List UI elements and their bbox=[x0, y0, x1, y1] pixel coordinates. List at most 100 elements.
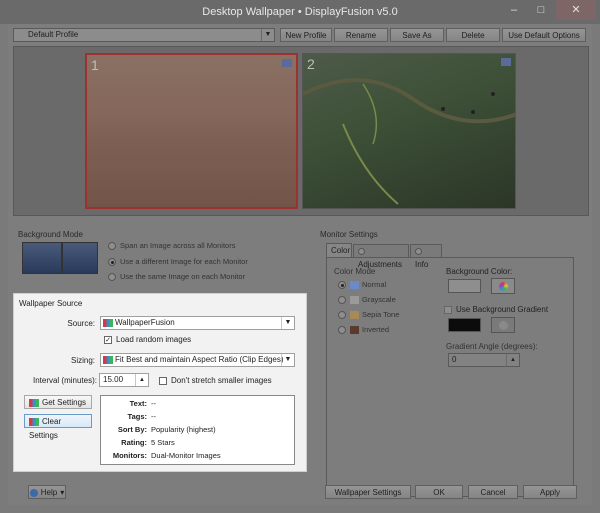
chevron-down-icon: ▾ bbox=[60, 488, 65, 497]
tab-adjustments[interactable]: Adjustments bbox=[353, 244, 409, 269]
info-key: Text: bbox=[129, 399, 147, 408]
spinner-icon: ▲ bbox=[506, 354, 519, 366]
dont-stretch-label: Don't stretch smaller images bbox=[171, 376, 272, 385]
dont-stretch-option[interactable]: Don't stretch smaller images bbox=[159, 376, 272, 385]
color-tab-panel bbox=[326, 257, 574, 497]
grayscale-icon bbox=[350, 296, 359, 305]
tab-info[interactable]: Info bbox=[410, 244, 442, 269]
interval-value: 15.00 bbox=[103, 375, 124, 384]
info-key: Rating: bbox=[121, 438, 147, 447]
tab-color[interactable]: Color bbox=[326, 243, 352, 257]
minimize-button[interactable]: – bbox=[500, 0, 528, 20]
option-label: Span an Image across all Monitors bbox=[120, 241, 236, 250]
radio-button bbox=[108, 258, 116, 267]
help-button[interactable]: Help ▾ bbox=[28, 485, 66, 499]
help-icon bbox=[29, 488, 38, 497]
new-profile-button[interactable]: New Profile bbox=[280, 28, 332, 42]
option-label: Use a different Image for each Monitor bbox=[120, 257, 248, 266]
info-value: -- bbox=[151, 399, 156, 408]
load-random-label: Load random images bbox=[116, 335, 192, 344]
gradient-angle-stepper: 0 ▲ bbox=[448, 353, 520, 367]
clear-settings-button[interactable]: Clear Settings bbox=[24, 414, 92, 440]
radio-button bbox=[338, 326, 346, 335]
info-value: 5 Stars bbox=[151, 438, 175, 447]
color-mode-grayscale[interactable]: Grayscale bbox=[338, 295, 396, 305]
monitor-number: 2 bbox=[307, 56, 315, 72]
radio-button bbox=[108, 242, 116, 251]
rename-button[interactable]: Rename bbox=[334, 28, 388, 42]
save-as-button[interactable]: Save As bbox=[390, 28, 444, 42]
source-dropdown[interactable]: WallpaperFusion ▼ bbox=[100, 316, 295, 330]
title-bar: Desktop Wallpaper • DisplayFusion v5.0 –… bbox=[0, 0, 600, 24]
monitor-2-preview[interactable]: 2 bbox=[302, 53, 516, 209]
info-value: Dual-Monitor Images bbox=[151, 451, 221, 460]
color-picker-button[interactable] bbox=[491, 278, 515, 294]
use-gradient-label: Use Background Gradient bbox=[456, 305, 549, 314]
color-mode-normal[interactable]: Normal bbox=[338, 280, 386, 290]
gradient-angle-label: Gradient Angle (degrees): bbox=[446, 342, 538, 351]
help-label: Help bbox=[40, 488, 58, 497]
use-gradient-option[interactable]: Use Background Gradient bbox=[444, 305, 548, 314]
profile-dropdown[interactable]: Default Profile ▼ bbox=[13, 28, 275, 42]
wallpaperfusion-icon bbox=[29, 398, 39, 407]
maximize-button[interactable]: □ bbox=[528, 0, 554, 20]
chevron-down-icon: ▼ bbox=[281, 317, 294, 329]
close-button[interactable]: ✕ bbox=[556, 0, 596, 20]
cancel-button[interactable]: Cancel bbox=[468, 485, 518, 499]
monitor-1-preview[interactable]: 1 bbox=[85, 53, 298, 209]
option-label: Use the same Image on each Monitor bbox=[120, 272, 246, 281]
option-label: Grayscale bbox=[362, 295, 396, 304]
color-mode-label: Color Mode bbox=[334, 267, 376, 276]
different-image-option[interactable]: Use a different Image for each Monitor bbox=[108, 257, 248, 267]
wallpaperfusion-icon bbox=[103, 319, 113, 327]
interval-label: Interval (minutes): bbox=[32, 376, 97, 385]
info-key: Tags: bbox=[127, 412, 147, 421]
wallpaper-settings-button[interactable]: Wallpaper Settings bbox=[325, 485, 411, 499]
monitor-icon bbox=[282, 59, 292, 67]
same-image-option[interactable]: Use the same Image on each Monitor bbox=[108, 272, 246, 282]
monitor-number: 1 bbox=[91, 57, 99, 73]
get-settings-button[interactable]: Get Settings bbox=[24, 395, 92, 409]
branch-wallpaper-image bbox=[303, 78, 515, 205]
color-wheel-icon bbox=[499, 321, 508, 330]
use-default-options-button[interactable]: Use Default Options bbox=[502, 28, 586, 42]
dont-stretch-checkbox bbox=[159, 376, 167, 385]
gradient-checkbox bbox=[444, 305, 452, 314]
span-image-option[interactable]: Span an Image across all Monitors bbox=[108, 241, 236, 251]
monitor-icon bbox=[501, 58, 511, 66]
info-key: Monitors: bbox=[112, 451, 147, 460]
apply-button[interactable]: Apply bbox=[523, 485, 577, 499]
info-value: Popularity (highest) bbox=[151, 425, 216, 434]
spinner-icon[interactable]: ▲ bbox=[135, 374, 148, 386]
tab-icon bbox=[415, 248, 422, 256]
info-value: -- bbox=[151, 412, 156, 421]
desktop-wallpaper-window: Desktop Wallpaper • DisplayFusion v5.0 –… bbox=[0, 0, 600, 513]
sizing-icon bbox=[103, 356, 113, 364]
gradient-color-picker-button bbox=[491, 317, 515, 333]
interval-stepper[interactable]: 15.00 ▲ bbox=[99, 373, 149, 387]
background-color-swatch[interactable] bbox=[448, 279, 481, 293]
sizing-dropdown[interactable]: Fit Best and maintain Aspect Ratio (Clip… bbox=[100, 353, 295, 367]
radio-button bbox=[338, 311, 346, 320]
gradient-color-swatch bbox=[448, 318, 481, 332]
tab-icon bbox=[358, 248, 365, 256]
info-key: Sort By: bbox=[117, 425, 147, 434]
wallpaper-source-label: Wallpaper Source bbox=[19, 299, 83, 308]
color-mode-sepia[interactable]: Sepia Tone bbox=[338, 310, 400, 320]
wallpaper-info-box: Text: -- Tags: -- Sort By: Popularity (highe… bbox=[100, 395, 295, 465]
background-mode-label: Background Mode bbox=[18, 230, 83, 239]
option-label: Inverted bbox=[362, 325, 390, 334]
normal-icon bbox=[350, 281, 359, 290]
sepia-icon bbox=[350, 311, 359, 320]
wallpaper-source-panel: Wallpaper Source Source: WallpaperFusion… bbox=[13, 293, 307, 472]
get-settings-label: Get Settings bbox=[42, 398, 87, 407]
ok-button[interactable]: OK bbox=[415, 485, 463, 499]
color-wheel-icon bbox=[499, 282, 508, 291]
background-color-label: Background Color: bbox=[446, 267, 513, 276]
radio-button bbox=[338, 281, 346, 290]
color-mode-inverted[interactable]: Inverted bbox=[338, 325, 390, 335]
monitor-settings-label: Monitor Settings bbox=[320, 230, 378, 239]
delete-button[interactable]: Delete bbox=[446, 28, 500, 42]
option-label: Sepia Tone bbox=[362, 310, 400, 319]
load-random-option[interactable]: ✓ Load random images bbox=[104, 335, 191, 344]
